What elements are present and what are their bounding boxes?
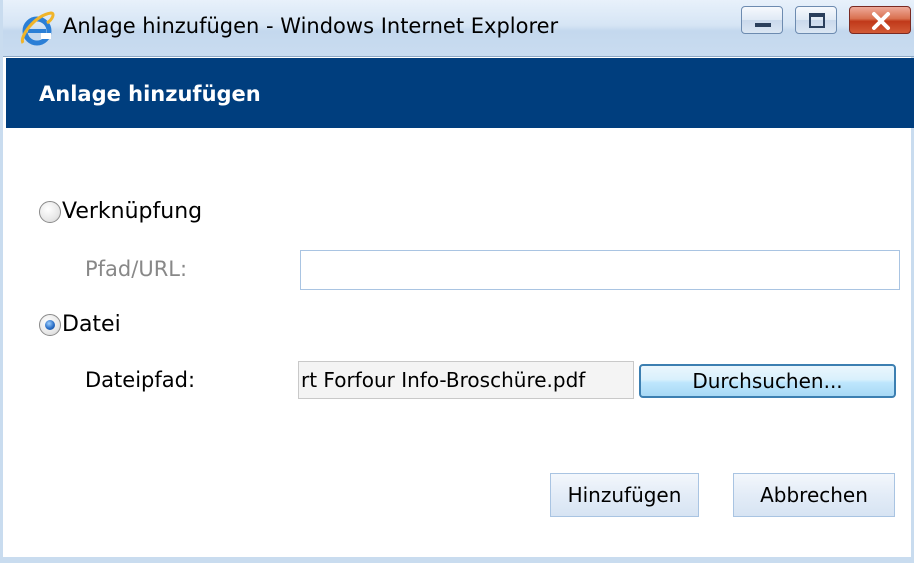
file-radio-label[interactable]: Datei [62,312,121,337]
minimize-button[interactable] [741,6,783,34]
path-url-label: Pfad/URL: [85,257,188,281]
dialog-header: Anlage hinzufügen [6,58,914,128]
dialog-title: Anlage hinzufügen [39,82,261,106]
cancel-button[interactable]: Abbrechen [733,473,895,517]
maximize-icon [809,13,825,28]
window-title: Anlage hinzufügen - Windows Internet Exp… [63,14,559,38]
link-radio[interactable] [39,201,61,223]
close-button[interactable] [849,6,911,34]
title-bar: Anlage hinzufügen - Windows Internet Exp… [3,0,914,57]
file-path-input[interactable]: rt Forfour Info-Broschüre.pdf [298,361,634,399]
file-path-label: Dateipfad: [85,368,196,392]
link-radio-label[interactable]: Verknüpfung [62,199,202,224]
browse-button[interactable]: Durchsuchen... [639,364,896,398]
window-bottom-border [3,557,914,563]
browser-window: Anlage hinzufügen - Windows Internet Exp… [0,0,914,563]
file-radio[interactable] [39,314,61,336]
maximize-button[interactable] [795,6,837,34]
minimize-icon [755,23,771,27]
add-button[interactable]: Hinzufügen [550,473,699,517]
internet-explorer-icon [20,11,55,46]
path-url-input[interactable] [300,250,900,290]
close-icon [872,12,890,30]
